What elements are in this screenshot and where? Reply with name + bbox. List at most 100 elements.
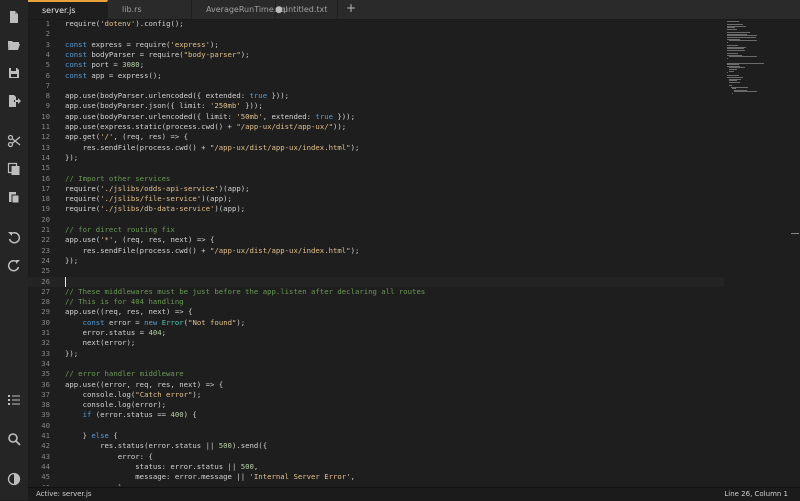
code-line[interactable]: 46 }, — [28, 483, 724, 487]
code-line[interactable]: 35 // error handler middleware — [28, 369, 724, 379]
export-icon[interactable] — [6, 93, 22, 109]
code-line[interactable]: 12 app.get('/', (req, res) => { — [28, 132, 724, 142]
line-number: 46 — [28, 483, 50, 487]
redo-icon[interactable] — [6, 257, 22, 273]
code-line[interactable]: 28 // This is for 404 handling — [28, 297, 724, 307]
folder-open-icon[interactable] — [6, 37, 22, 53]
list-icon[interactable] — [6, 392, 22, 408]
minimap-line — [728, 70, 735, 72]
code-line[interactable]: 45 message: error.message || 'Internal S… — [28, 472, 724, 482]
code-line[interactable]: 10 app.use(bodyParser.urlencoded({ limit:… — [28, 112, 724, 122]
line-number: 20 — [41, 214, 50, 224]
minimap-line — [728, 56, 758, 58]
code-line[interactable]: 20 — [28, 215, 724, 225]
line-number: 13 — [41, 142, 50, 152]
code-line[interactable]: 38 console.log(error); — [28, 400, 724, 410]
line-number: 29 — [41, 307, 50, 317]
code-line[interactable]: 41 } else { — [28, 431, 724, 441]
active-file-status: Active: server.js — [36, 490, 92, 498]
code-text: app.use(express.static(process.cwd() + "… — [65, 122, 347, 131]
code-line[interactable]: 15 — [28, 163, 724, 173]
code-line[interactable]: 22 app.use('*', (req, res, next) => { — [28, 235, 724, 245]
code-line[interactable]: 36 app.use((error, req, res, next) => { — [28, 380, 724, 390]
minimap-line — [727, 21, 740, 22]
line-number: 8 — [45, 91, 50, 101]
code-line[interactable]: 37 console.log("Catch error"); — [28, 390, 724, 400]
copy-icon[interactable] — [6, 161, 22, 177]
line-number: 35 — [41, 369, 50, 379]
code-line[interactable]: 32 next(error); — [28, 338, 724, 348]
code-text: error.status = 404; — [65, 328, 167, 337]
tab-untitled-txt[interactable]: ● untitled.txt — [275, 0, 338, 19]
code-line[interactable]: 2 — [28, 29, 724, 39]
code-line[interactable]: 18 require('./jslibs/file-service')(app); — [28, 194, 724, 204]
code-line[interactable]: 42 res.status(error.status || 500).send(… — [28, 441, 724, 451]
code-text: require('./jslibs/odds-api-service')(app… — [65, 183, 250, 193]
code-line[interactable]: 30 const error = new Error("Not found"); — [28, 318, 724, 328]
code-line[interactable]: 5 const port = 3080; — [28, 60, 724, 70]
code-line[interactable]: 3 const express = require('express'); — [28, 40, 724, 50]
minimap-line — [734, 91, 757, 93]
code-line[interactable]: 21 // for direct routing fix — [28, 225, 724, 235]
code-text: }); — [65, 348, 79, 358]
code-line[interactable]: 34 — [28, 359, 724, 369]
code-line[interactable]: 44 status: error.status || 500, — [28, 462, 724, 472]
save-icon[interactable] — [6, 65, 22, 81]
code-line[interactable]: 8 app.use(bodyParser.urlencoded({ extende… — [28, 91, 724, 101]
line-number: 27 — [41, 286, 50, 296]
line-number: 40 — [41, 420, 50, 430]
file-icon[interactable] — [6, 9, 22, 25]
code-line[interactable]: 43 error: { — [28, 452, 724, 462]
code-line[interactable]: 24}); — [28, 256, 724, 266]
code-line[interactable]: 13 res.sendFile(process.cwd() + "/app-ux… — [28, 143, 724, 153]
line-number: 3 — [45, 39, 50, 49]
code-line[interactable]: 40 — [28, 421, 724, 431]
code-line[interactable]: 6 const app = express(); — [28, 71, 724, 81]
line-number: 1 — [45, 19, 50, 28]
scissors-icon[interactable] — [6, 133, 22, 149]
line-number: 26 — [41, 276, 50, 286]
code-line[interactable]: 14}); — [28, 153, 724, 163]
tab-averageruntime-sql[interactable]: AverageRunTime.sql — [192, 0, 288, 19]
code-line[interactable]: 33}); — [28, 349, 724, 359]
code-text: // This is for 404 handling — [65, 297, 184, 307]
paste-icon[interactable] — [6, 189, 22, 205]
code-text: }); — [65, 152, 79, 162]
code-line[interactable]: 39 if (error.status == 400) { — [28, 410, 724, 420]
code-editor[interactable]: 1 require('dotenv').config(); 2 3 const expr… — [28, 19, 724, 486]
code-line[interactable]: 27 // These middlewares must be just befo… — [28, 287, 724, 297]
code-line[interactable]: 25 — [28, 266, 724, 276]
scroll-position-marker[interactable] — [791, 233, 799, 234]
code-line[interactable]: 1 require('dotenv').config(); — [28, 19, 724, 29]
search-icon[interactable] — [6, 431, 22, 447]
code-line[interactable]: 19 require('./jslibs/db-data-service')(ap… — [28, 204, 724, 214]
code-line[interactable]: 31 error.status = 404; — [28, 328, 724, 338]
code-line[interactable]: 11 app.use(express.static(process.cwd() +… — [28, 122, 724, 132]
line-number: 2 — [45, 29, 50, 39]
minimap-line — [727, 49, 746, 51]
code-text: // for direct routing fix — [65, 225, 175, 234]
code-text: // Import other services — [65, 173, 171, 183]
code-line[interactable]: 23 res.sendFile(process.cwd() + "/app-ux… — [28, 246, 724, 256]
unsaved-dot-icon: ● — [275, 5, 283, 15]
line-number: 9 — [45, 101, 50, 111]
code-line[interactable]: 17 require('./jslibs/odds-api-service')(a… — [28, 184, 724, 194]
theme-icon[interactable] — [6, 471, 22, 487]
code-line[interactable]: 9 app.use(bodyParser.json({ limit: '250mb… — [28, 101, 724, 111]
code-line[interactable]: 7 — [28, 81, 724, 91]
code-line[interactable]: 29 app.use((req, res, next) => { — [28, 307, 724, 317]
code-text: app.use((error, req, res, next) => { — [65, 379, 224, 389]
line-number: 39 — [41, 410, 50, 420]
tab-lib-rs[interactable]: lib.rs — [108, 0, 192, 19]
minimap-line — [732, 93, 734, 94]
tab-server-js[interactable]: server.js — [28, 0, 108, 19]
new-tab-button[interactable]: + — [346, 1, 356, 15]
minimap-line — [728, 81, 741, 83]
undo-icon[interactable] — [6, 229, 22, 245]
code-text: app.get('/', (req, res) => { — [65, 132, 189, 142]
line-number: 45 — [41, 472, 50, 482]
code-line[interactable]: 16 // Import other services — [28, 174, 724, 184]
code-text: res.sendFile(process.cwd() + "/app-ux/di… — [65, 245, 360, 255]
code-line[interactable]: 4 const bodyParser = require("body-parser… — [28, 50, 724, 60]
code-line[interactable]: 26 — [28, 276, 724, 287]
